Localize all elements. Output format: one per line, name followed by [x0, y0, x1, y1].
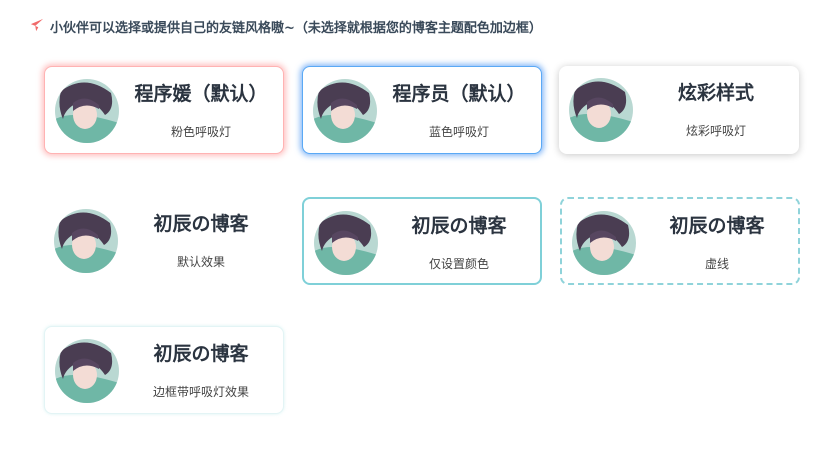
- friend-link-card-blue[interactable]: 程序员（默认） 蓝色呼吸灯: [302, 66, 542, 154]
- card-subtitle: 虚线: [704, 257, 729, 271]
- avatar: [572, 211, 636, 275]
- card-subtitle: 蓝色呼吸灯: [428, 125, 489, 139]
- header-text: 小伙伴可以选择或提供自己的友链风格嗷~（未选择就根据您的博客主题配色加边框）: [50, 21, 542, 36]
- avatar: [569, 78, 633, 142]
- avatar: [55, 339, 119, 403]
- friend-link-card-dashed[interactable]: 初辰の博客 虚线: [560, 197, 800, 285]
- card-subtitle: 边框带呼吸灯效果: [152, 385, 249, 399]
- friend-link-card-glow-border[interactable]: 初辰の博客 边框带呼吸灯效果: [44, 326, 284, 414]
- friend-link-card-rainbow[interactable]: 炫彩样式 炫彩呼吸灯: [559, 66, 799, 154]
- card-subtitle: 默认效果: [176, 255, 225, 269]
- avatar: [54, 209, 118, 273]
- paper-plane-icon: [30, 18, 44, 36]
- card-title: 程序媛（默认）: [134, 83, 268, 105]
- card-title: 初辰の博客: [411, 215, 507, 237]
- card-title: 初辰の博客: [669, 215, 765, 237]
- card-title: 炫彩样式: [677, 82, 754, 104]
- page-header: 小伙伴可以选择或提供自己的友链风格嗷~（未选择就根据您的博客主题配色加边框）: [30, 17, 542, 36]
- friend-link-card-pink[interactable]: 程序媛（默认） 粉色呼吸灯: [44, 66, 284, 154]
- card-title: 程序员（默认）: [392, 83, 526, 105]
- card-title: 初辰の博客: [153, 343, 249, 365]
- card-title: 初辰の博客: [153, 213, 249, 235]
- friend-link-card-default[interactable]: 初辰の博客 默认效果: [44, 197, 284, 285]
- card-subtitle: 炫彩呼吸灯: [685, 124, 746, 138]
- avatar: [314, 211, 378, 275]
- card-subtitle: 仅设置颜色: [428, 257, 489, 271]
- avatar: [55, 79, 119, 143]
- card-subtitle: 粉色呼吸灯: [170, 125, 231, 139]
- friend-link-card-color-only[interactable]: 初辰の博客 仅设置颜色: [302, 197, 542, 285]
- avatar: [313, 79, 377, 143]
